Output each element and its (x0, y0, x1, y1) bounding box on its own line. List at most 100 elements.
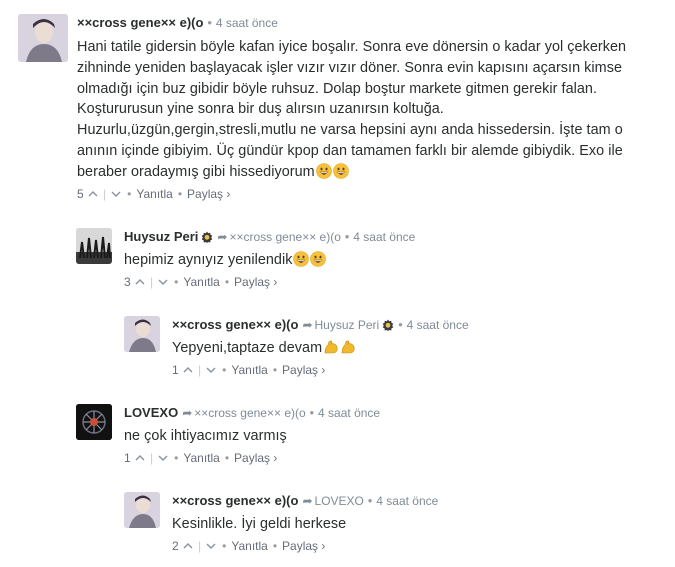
divider: | (103, 187, 107, 201)
separator-dot: • (272, 539, 278, 553)
comment-footer: 3 | • Yanıtla • Paylaş › (124, 274, 277, 290)
comment-header: Huysuz Peri ➦ ××cross gene×× e)(o • 4 saat ö… (124, 229, 415, 245)
author-name[interactable]: Huysuz Peri (124, 229, 198, 244)
avatar-photo (124, 492, 160, 528)
comment-body: Hani tatile gidersin böyle kafan iyice b… (77, 39, 627, 180)
comment-text: ne çok ihtiyacımız varmış (124, 426, 287, 447)
comment-header: LOVEXO ➦ ××cross gene×× e)(o • 4 saat önce (124, 405, 380, 421)
comment-footer: 2 | • Yanıtla • Paylaş › (172, 538, 325, 554)
reply-button[interactable]: Yanıtla (183, 451, 219, 465)
reply-arrow-icon: ➦ (182, 406, 193, 420)
comment-body: Kesinlikle. İyi geldi herkese (172, 516, 347, 532)
upvote-icon[interactable] (87, 189, 99, 199)
separator-dot: • (272, 363, 278, 377)
share-button[interactable]: Paylaş › (282, 363, 325, 377)
downvote-icon[interactable] (205, 365, 217, 375)
reply-to[interactable]: ➦ Huysuz Peri (298, 318, 379, 332)
badge-icon (382, 319, 394, 331)
vote-count: 1 (172, 363, 179, 377)
reply-to[interactable]: ➦ ××cross gene×× e)(o (178, 406, 305, 420)
comment-text: hepimiz aynıyız yenilendik (124, 250, 326, 271)
separator-dot: • (367, 494, 373, 508)
reply-to-name: ××cross gene×× e)(o (229, 230, 341, 244)
reply-arrow-icon: ➦ (302, 494, 313, 508)
avatar-photo (76, 228, 112, 264)
timestamp[interactable]: 4 saat önce (318, 406, 380, 420)
upvote-icon[interactable] (182, 541, 194, 551)
reply-to-name: LOVEXO (314, 494, 364, 508)
comment-text: Yepyeni,taptaze devam (172, 338, 356, 359)
timestamp[interactable]: 4 saat önce (353, 230, 415, 244)
comment-footer: 1 | • Yanıtla • Paylaş › (124, 450, 277, 466)
separator-dot: • (222, 539, 227, 553)
divider: | (150, 275, 154, 289)
share-button[interactable]: Paylaş › (187, 187, 230, 201)
separator-dot: • (224, 275, 230, 289)
avatar[interactable] (76, 404, 112, 440)
share-button[interactable]: Paylaş › (282, 539, 325, 553)
grinning-face-icon (310, 251, 326, 267)
upvote-icon[interactable] (182, 365, 194, 375)
avatar-photo (124, 316, 160, 352)
reply-button[interactable]: Yanıtla (231, 363, 267, 377)
vote-count: 3 (124, 275, 131, 289)
comment-header: ××cross gene×× e)(o • 4 saat önce (77, 15, 278, 31)
comment-header: ××cross gene×× e)(o ➦ Huysuz Peri • 4 saat ö… (172, 317, 469, 333)
downvote-icon[interactable] (110, 189, 122, 199)
separator-dot: • (177, 187, 183, 201)
timestamp[interactable]: 4 saat önce (407, 318, 469, 332)
divider: | (198, 363, 202, 377)
avatar[interactable] (124, 316, 160, 352)
reply-button[interactable]: Yanıtla (231, 539, 267, 553)
reply-arrow-icon: ➦ (302, 318, 313, 332)
separator-dot: • (344, 230, 350, 244)
reply-to-name: ××cross gene×× e)(o (194, 406, 306, 420)
separator-dot: • (309, 406, 315, 420)
reply-to[interactable]: ➦ LOVEXO (298, 494, 363, 508)
reply-arrow-icon: ➦ (217, 230, 228, 244)
comment-body: ne çok ihtiyacımız varmış (124, 428, 287, 444)
vote-count: 5 (77, 187, 84, 201)
author-name[interactable]: ××cross gene×× e)(o (172, 493, 298, 508)
comment-body: Yepyeni,taptaze devam (172, 340, 323, 356)
share-button[interactable]: Paylaş › (234, 451, 277, 465)
comment-text: Kesinlikle. İyi geldi herkese (172, 514, 346, 535)
separator-dot: • (174, 451, 179, 465)
reply-button[interactable]: Yanıtla (136, 187, 172, 201)
comment-header: ××cross gene×× e)(o ➦ LOVEXO • 4 saat önce (172, 493, 438, 509)
avatar[interactable] (124, 492, 160, 528)
upvote-icon[interactable] (134, 277, 146, 287)
separator-dot: • (174, 275, 179, 289)
flexed-biceps-icon (323, 339, 339, 355)
separator-dot: • (224, 451, 230, 465)
avatar-photo (76, 404, 112, 440)
comment-text: Hani tatile gidersin böyle kafan iyice b… (77, 37, 657, 183)
share-button[interactable]: Paylaş › (234, 275, 277, 289)
downvote-icon[interactable] (205, 541, 217, 551)
author-name[interactable]: ××cross gene×× e)(o (172, 317, 298, 332)
vote-count: 2 (172, 539, 179, 553)
downvote-icon[interactable] (157, 453, 169, 463)
avatar[interactable] (76, 228, 112, 264)
separator-dot: • (207, 16, 212, 30)
separator-dot: • (222, 363, 227, 377)
grinning-face-icon (316, 163, 332, 179)
author-name[interactable]: LOVEXO (124, 405, 178, 420)
separator-dot: • (127, 187, 132, 201)
avatar[interactable] (18, 14, 68, 62)
downvote-icon[interactable] (157, 277, 169, 287)
divider: | (198, 539, 202, 553)
upvote-icon[interactable] (134, 453, 146, 463)
reply-button[interactable]: Yanıtla (183, 275, 219, 289)
comment-footer: 1 | • Yanıtla • Paylaş › (172, 362, 325, 378)
reply-to[interactable]: ➦ ××cross gene×× e)(o (213, 230, 340, 244)
flexed-biceps-icon (340, 339, 356, 355)
timestamp[interactable]: 4 saat önce (376, 494, 438, 508)
author-name[interactable]: ××cross gene×× e)(o (77, 15, 203, 30)
grinning-face-icon (293, 251, 309, 267)
timestamp[interactable]: 4 saat önce (216, 16, 278, 30)
avatar-photo (18, 14, 68, 62)
vote-count: 1 (124, 451, 131, 465)
comment-body: hepimiz aynıyız yenilendik (124, 252, 293, 268)
reply-to-name: Huysuz Peri (314, 318, 380, 332)
